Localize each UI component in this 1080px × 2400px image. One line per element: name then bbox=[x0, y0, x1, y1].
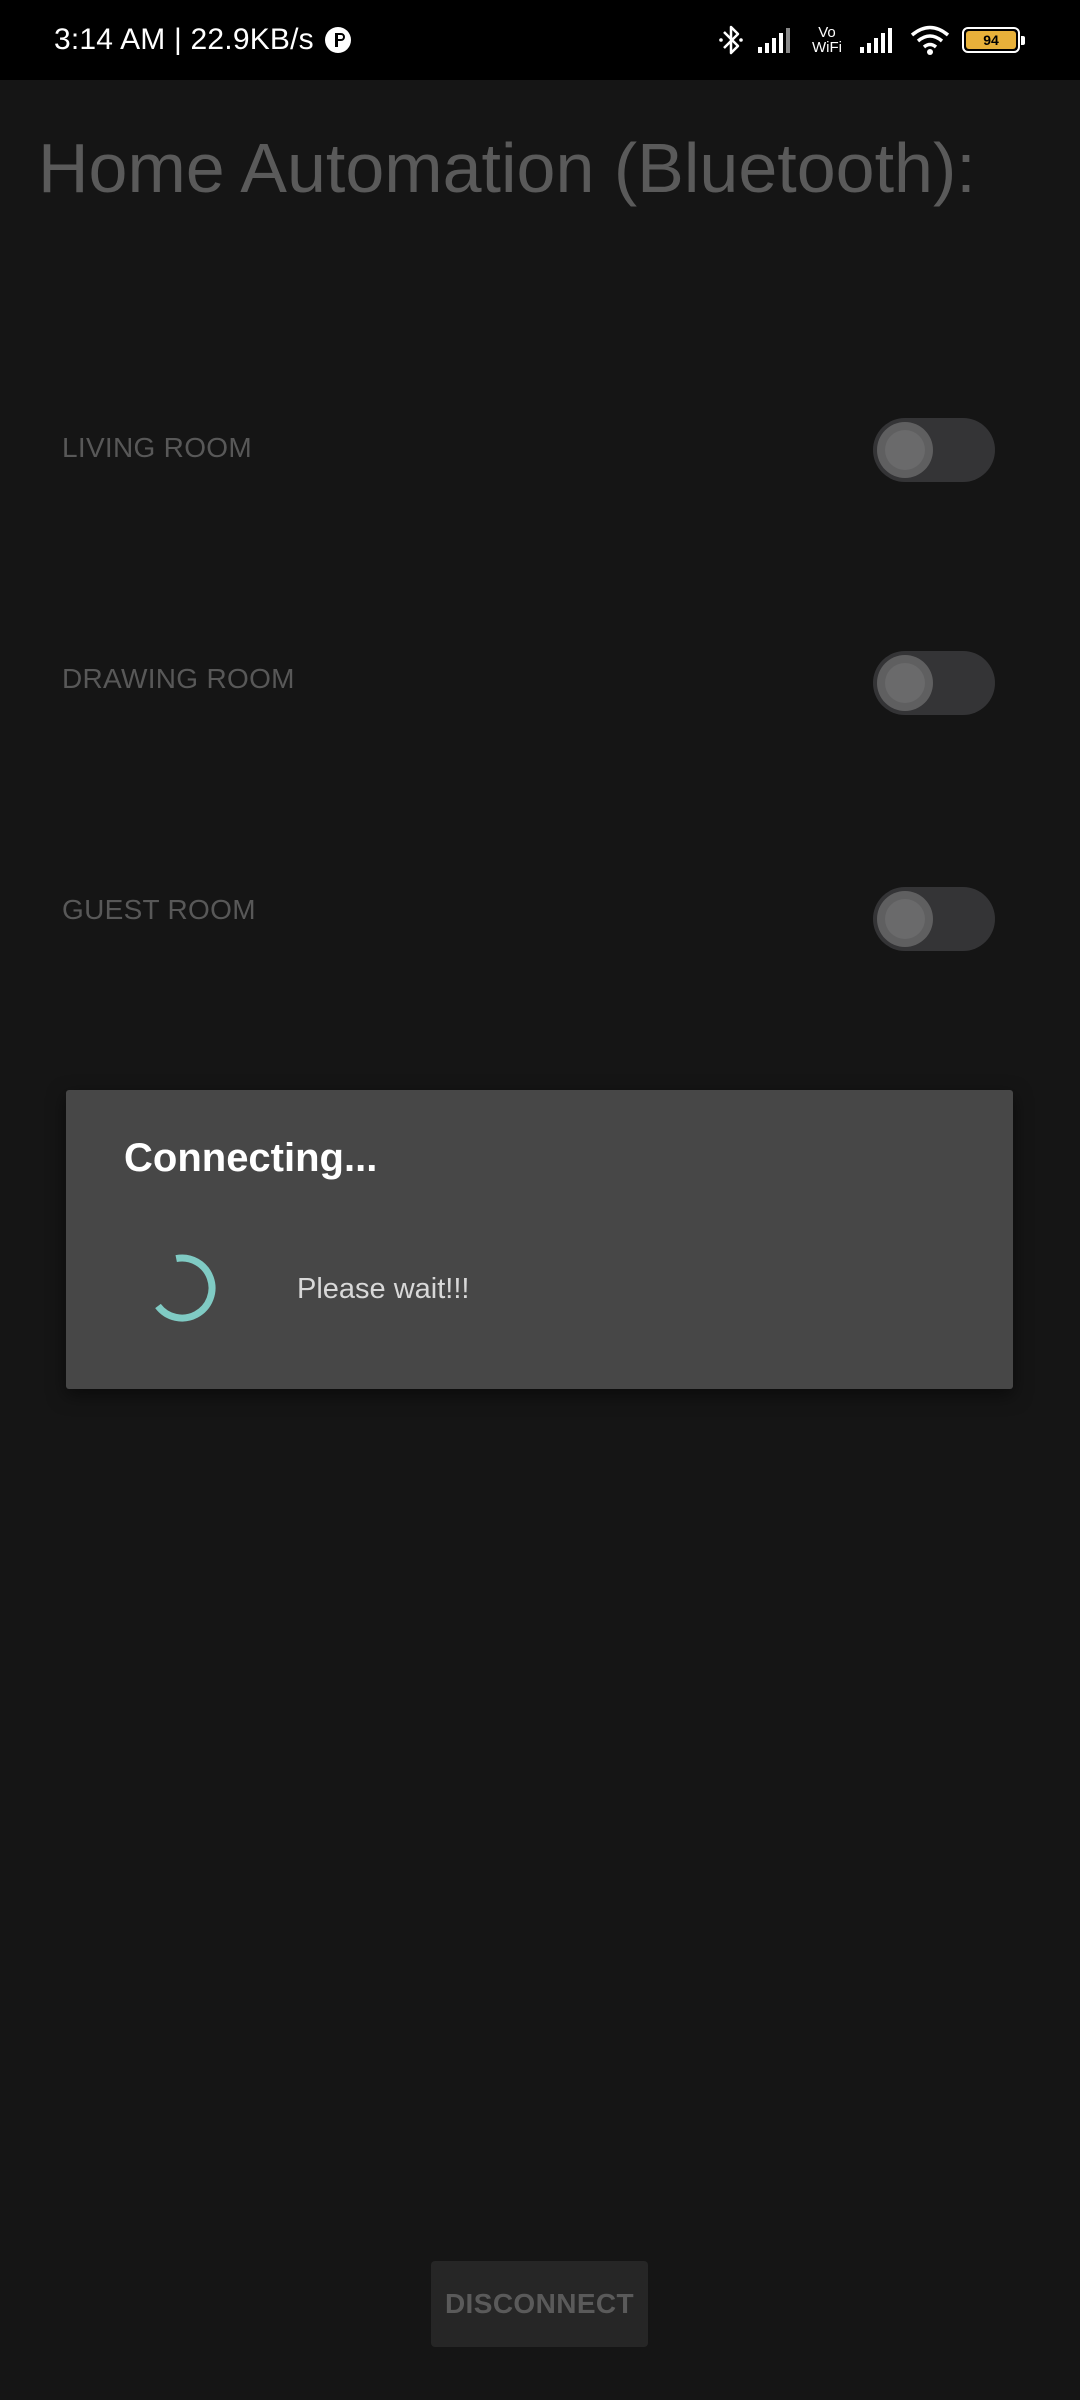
wifi-icon bbox=[910, 25, 950, 55]
room-label-guest: GUEST ROOM bbox=[62, 894, 256, 925]
dialog-message: Please wait!!! bbox=[297, 1273, 470, 1305]
room-label-living: LIVING ROOM bbox=[62, 432, 252, 463]
drawing-room-switch[interactable] bbox=[873, 651, 995, 715]
status-left: 3:14 AM | 22.9KB/s bbox=[54, 0, 352, 80]
time-and-speed: 3:14 AM | 22.9KB/s bbox=[54, 23, 314, 56]
switch-thumb bbox=[877, 422, 933, 478]
guest-room-switch[interactable] bbox=[873, 887, 995, 951]
battery-tip bbox=[1021, 36, 1025, 45]
status-bar: 3:14 AM | 22.9KB/s Vo WiFi 94 bbox=[0, 0, 1080, 80]
living-room-switch[interactable] bbox=[873, 418, 995, 482]
page-title: Home Automation (Bluetooth): bbox=[38, 129, 976, 207]
dialog-title: Connecting... bbox=[124, 1136, 378, 1180]
vowifi-bottom: WiFi bbox=[812, 39, 842, 56]
vowifi-top: Vo bbox=[818, 24, 836, 41]
data-saver-icon bbox=[324, 27, 351, 53]
signal-icon-1 bbox=[758, 28, 790, 53]
switch-thumb bbox=[877, 655, 933, 711]
signal-icon-2 bbox=[860, 28, 892, 53]
battery-level: 94 bbox=[966, 31, 1016, 49]
room-label-drawing: DRAWING ROOM bbox=[62, 663, 295, 694]
battery-icon: 94 bbox=[962, 27, 1025, 53]
bluetooth-icon bbox=[719, 25, 743, 55]
loading-spinner-icon bbox=[155, 1254, 216, 1322]
switch-thumb bbox=[877, 891, 933, 947]
progress-dialog: Connecting... Please wait!!! bbox=[66, 1090, 1013, 1389]
status-icons: Vo WiFi 94 bbox=[718, 0, 1025, 80]
disconnect-button[interactable]: DISCONNECT bbox=[431, 2261, 648, 2347]
vowifi-icon: Vo WiFi bbox=[808, 25, 846, 55]
